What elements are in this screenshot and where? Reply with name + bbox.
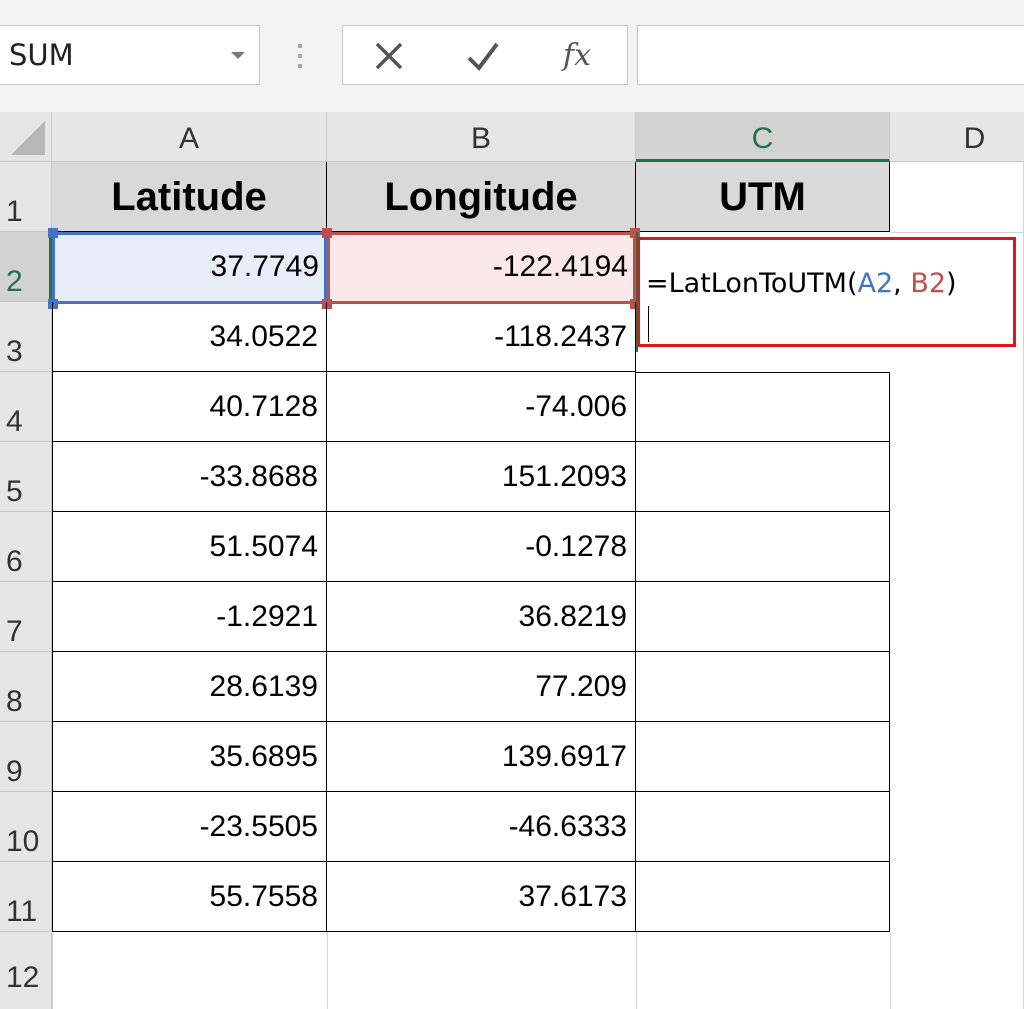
cell-b2[interactable]: -122.4194 xyxy=(327,232,636,302)
row-header-3[interactable]: 3 xyxy=(0,302,52,372)
cell-a8[interactable]: 28.6139 xyxy=(52,652,327,722)
cell-a7[interactable]: -1.2921 xyxy=(52,582,327,652)
row-header-12[interactable]: 12 xyxy=(0,932,52,1009)
cell-b11[interactable]: 37.6173 xyxy=(327,862,636,932)
cell-a4[interactable]: 40.7128 xyxy=(52,372,327,442)
cell-b8[interactable]: 77.209 xyxy=(327,652,636,722)
formula-bar: SUM fx xyxy=(0,0,1024,112)
cell-a6[interactable]: 51.5074 xyxy=(52,512,327,582)
row-header-4[interactable]: 4 xyxy=(0,372,52,442)
cell-a11[interactable]: 55.7558 xyxy=(52,862,327,932)
row-header-7[interactable]: 7 xyxy=(0,582,52,652)
column-header-d[interactable]: D xyxy=(890,112,1024,162)
fx-icon: fx xyxy=(562,38,592,73)
cell-b9[interactable]: 139.6917 xyxy=(327,722,636,792)
row-header-8[interactable]: 8 xyxy=(0,652,52,722)
cell-b7[interactable]: 36.8219 xyxy=(327,582,636,652)
row-header-1[interactable]: 1 xyxy=(0,162,52,232)
insert-function-button[interactable]: fx xyxy=(555,34,599,78)
cell-a2[interactable]: 37.7749 xyxy=(52,232,327,302)
formula-ref-a2: A2 xyxy=(857,268,894,299)
row-header-6[interactable]: 6 xyxy=(0,512,52,582)
cell-c10[interactable] xyxy=(636,792,890,862)
chevron-down-icon[interactable] xyxy=(231,52,245,59)
cell-b1[interactable]: Longitude xyxy=(327,162,636,232)
cell-b6[interactable]: -0.1278 xyxy=(327,512,636,582)
column-header-c[interactable]: C xyxy=(636,112,890,162)
cell-c7[interactable] xyxy=(636,582,890,652)
cell-b10[interactable]: -46.6333 xyxy=(327,792,636,862)
name-box-value: SUM xyxy=(9,38,74,72)
column-header-b[interactable]: B xyxy=(327,112,636,162)
row-header-9[interactable]: 9 xyxy=(0,722,52,792)
column-header-a[interactable]: A xyxy=(52,112,327,162)
cell-c9[interactable] xyxy=(636,722,890,792)
cell-b5[interactable]: 151.2093 xyxy=(327,442,636,512)
row-header-11[interactable]: 11 xyxy=(0,862,52,932)
cell-a3[interactable]: 34.0522 xyxy=(52,302,327,372)
cell-c8[interactable] xyxy=(636,652,890,722)
name-box[interactable]: SUM xyxy=(0,25,260,85)
cell-c2-editor[interactable]: =LatLonToUTM(A2, B2) xyxy=(637,237,1016,347)
select-all-button[interactable] xyxy=(0,112,52,162)
formula-input[interactable] xyxy=(637,25,1024,85)
cell-a9[interactable]: 35.6895 xyxy=(52,722,327,792)
formula-ref-b2: B2 xyxy=(910,268,947,299)
grip-handle-icon[interactable] xyxy=(296,44,304,68)
cell-c11[interactable] xyxy=(636,862,890,932)
text-cursor xyxy=(648,306,649,342)
cell-a5[interactable]: -33.8688 xyxy=(52,442,327,512)
cell-c5[interactable] xyxy=(636,442,890,512)
cell-c1[interactable]: UTM xyxy=(636,162,890,232)
row-header-10[interactable]: 10 xyxy=(0,792,52,862)
formula-buttons: fx xyxy=(342,25,628,85)
cell-b4[interactable]: -74.006 xyxy=(327,372,636,442)
check-icon[interactable] xyxy=(461,34,505,78)
row-header-5[interactable]: 5 xyxy=(0,442,52,512)
cell-a1[interactable]: Latitude xyxy=(52,162,327,232)
cell-b3[interactable]: -118.2437 xyxy=(327,302,636,372)
cell-c6[interactable] xyxy=(636,512,890,582)
formula-text: =LatLonToUTM(A2, B2) xyxy=(646,268,957,299)
cell-c4[interactable] xyxy=(636,372,890,442)
row-header-2[interactable]: 2 xyxy=(0,232,52,302)
x-icon[interactable] xyxy=(367,34,411,78)
cell-a10[interactable]: -23.5505 xyxy=(52,792,327,862)
